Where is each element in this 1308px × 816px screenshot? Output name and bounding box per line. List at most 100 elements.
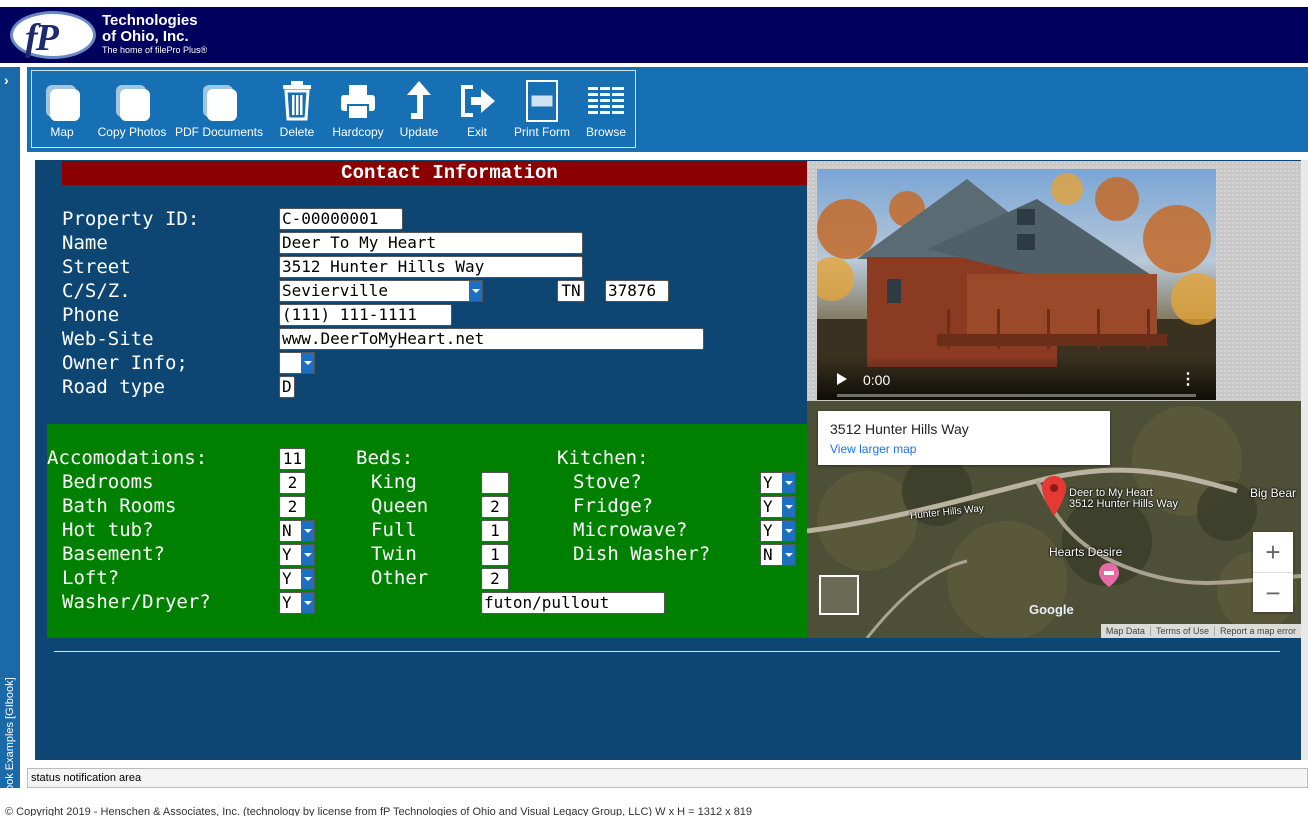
- owner-info-dropdown[interactable]: [279, 352, 315, 374]
- chevron-down-icon[interactable]: [301, 593, 314, 613]
- map-pin-icon[interactable]: [1042, 476, 1066, 516]
- chevron-down-icon[interactable]: [301, 353, 314, 373]
- zoom-in-button[interactable]: +: [1253, 532, 1293, 572]
- form-divider: [54, 651, 1280, 652]
- accommodations-field[interactable]: 11: [279, 448, 306, 470]
- copy-photos-button[interactable]: Copy Photos: [96, 71, 168, 147]
- city-dropdown[interactable]: Sevierville: [279, 280, 483, 302]
- property-video[interactable]: 0:00 ⋮: [817, 169, 1216, 400]
- company-tagline: The home of filePro Plus®: [102, 45, 208, 55]
- chevron-down-icon[interactable]: [301, 545, 314, 565]
- basement-label: Basement?: [62, 543, 165, 565]
- lodging-pin-icon[interactable]: [1099, 563, 1119, 587]
- chevron-down-icon[interactable]: [469, 281, 482, 301]
- exit-button-label: Exit: [466, 125, 487, 139]
- chevron-down-icon[interactable]: [782, 545, 795, 565]
- other-description-field[interactable]: futon/pullout: [481, 592, 665, 614]
- king-field[interactable]: [481, 472, 509, 494]
- play-icon[interactable]: [837, 373, 847, 385]
- zip-field[interactable]: 37876: [605, 280, 669, 302]
- hot-tub-label: Hot tub?: [62, 519, 154, 541]
- chevron-down-icon[interactable]: [782, 473, 795, 493]
- app-window: fP Technologies of Ohio, Inc. The home o…: [0, 0, 1308, 816]
- hardcopy-button-label: Hardcopy: [332, 125, 384, 139]
- map-card-title: 3512 Hunter Hills Way: [830, 421, 969, 437]
- dishwasher-label: Dish Washer?: [573, 543, 711, 565]
- name-field[interactable]: Deer To My Heart: [279, 232, 583, 254]
- other-label: Other: [371, 567, 429, 589]
- zoom-out-button[interactable]: −: [1253, 572, 1293, 612]
- exit-icon: [461, 85, 495, 117]
- delete-button[interactable]: Delete: [270, 71, 324, 147]
- map-type-toggle[interactable]: [819, 575, 859, 615]
- embedded-map[interactable]: 3512 Hunter Hills Way View larger map De…: [807, 401, 1301, 638]
- street-field[interactable]: 3512 Hunter Hills Way: [279, 256, 583, 278]
- phone-field[interactable]: (111) 111-1111: [279, 304, 452, 326]
- fridge-dropdown[interactable]: Y: [760, 496, 796, 518]
- pin-label-address: 3512 Hunter Hills Way: [1069, 498, 1179, 510]
- printer-icon: [341, 85, 375, 120]
- browse-button[interactable]: Browse: [578, 71, 634, 147]
- exit-button[interactable]: Exit: [450, 71, 504, 147]
- microwave-value: Y: [763, 521, 773, 540]
- map-button[interactable]: Map: [32, 71, 92, 147]
- basement-dropdown[interactable]: Y: [279, 544, 315, 566]
- update-button[interactable]: Update: [392, 71, 446, 147]
- property-id-label: Property ID:: [62, 208, 200, 230]
- street-label: Street: [62, 256, 131, 278]
- road-type-field[interactable]: D: [279, 376, 295, 398]
- terms-of-use-link[interactable]: Terms of Use: [1149, 626, 1214, 636]
- video-time: 0:00: [863, 372, 891, 388]
- copyright-footer: © Copyright 2019 - Henschen & Associates…: [5, 806, 753, 816]
- phone-label: Phone: [62, 304, 120, 326]
- chevron-down-icon[interactable]: [782, 497, 795, 517]
- company-name-line2: of Ohio, Inc.: [102, 28, 189, 45]
- website-field[interactable]: www.DeerToMyHeart.net: [279, 328, 704, 350]
- side-panel: › Test GIbook Examples [GIbook]: [0, 67, 20, 816]
- document-stack-icon: [116, 85, 150, 121]
- form-page-icon: [526, 80, 558, 122]
- print-form-button[interactable]: Print Form: [510, 71, 574, 147]
- place-label: Hearts Desire: [1049, 545, 1123, 559]
- sidebar-vertical-label: Test GIbook Examples [GIbook]: [4, 677, 16, 816]
- twin-field[interactable]: 1: [481, 544, 509, 566]
- microwave-dropdown[interactable]: Y: [760, 520, 796, 542]
- stove-label: Stove?: [573, 471, 642, 493]
- toolbar: Map Copy Photos PDF Documents Delete Har…: [31, 70, 636, 148]
- queen-field[interactable]: 2: [481, 496, 509, 518]
- report-map-error-link[interactable]: Report a map error: [1213, 626, 1301, 636]
- logo-mark: fP: [25, 17, 59, 59]
- state-field[interactable]: TN: [557, 280, 585, 302]
- view-larger-map-link[interactable]: View larger map: [830, 442, 916, 456]
- video-progress-bar[interactable]: [837, 394, 1196, 397]
- map-footer: Map Data Terms of Use Report a map error: [1100, 624, 1301, 638]
- bedrooms-field[interactable]: 2: [279, 472, 306, 494]
- form-title: Contact Information: [62, 161, 807, 185]
- dishwasher-dropdown[interactable]: N: [760, 544, 796, 566]
- loft-value: Y: [282, 569, 292, 588]
- stove-dropdown[interactable]: Y: [760, 472, 796, 494]
- hot-tub-dropdown[interactable]: N: [279, 520, 315, 542]
- expand-chevron-icon[interactable]: ›: [4, 73, 9, 87]
- hardcopy-button[interactable]: Hardcopy: [328, 71, 388, 147]
- pdf-documents-button[interactable]: PDF Documents: [174, 71, 264, 147]
- map-data-link[interactable]: Map Data: [1101, 626, 1150, 636]
- more-options-icon[interactable]: ⋮: [1180, 372, 1196, 388]
- chevron-down-icon[interactable]: [301, 569, 314, 589]
- property-id-field[interactable]: C-00000001: [279, 208, 403, 230]
- loft-label: Loft?: [62, 567, 120, 589]
- other-field[interactable]: 2: [481, 568, 509, 590]
- bathrooms-label: Bath Rooms: [62, 495, 177, 517]
- city-value: Sevierville: [282, 281, 388, 300]
- chevron-down-icon[interactable]: [301, 521, 314, 541]
- loft-dropdown[interactable]: Y: [279, 568, 315, 590]
- google-logo: Google: [1029, 602, 1074, 617]
- washer-dryer-label: Washer/Dryer?: [62, 591, 211, 613]
- washer-dryer-dropdown[interactable]: Y: [279, 592, 315, 614]
- header-banner: fP Technologies of Ohio, Inc. The home o…: [0, 7, 1308, 63]
- hot-tub-value: N: [282, 521, 292, 540]
- full-label: Full: [371, 519, 417, 541]
- full-field[interactable]: 1: [481, 520, 509, 542]
- bathrooms-field[interactable]: 2: [279, 496, 306, 518]
- chevron-down-icon[interactable]: [782, 521, 795, 541]
